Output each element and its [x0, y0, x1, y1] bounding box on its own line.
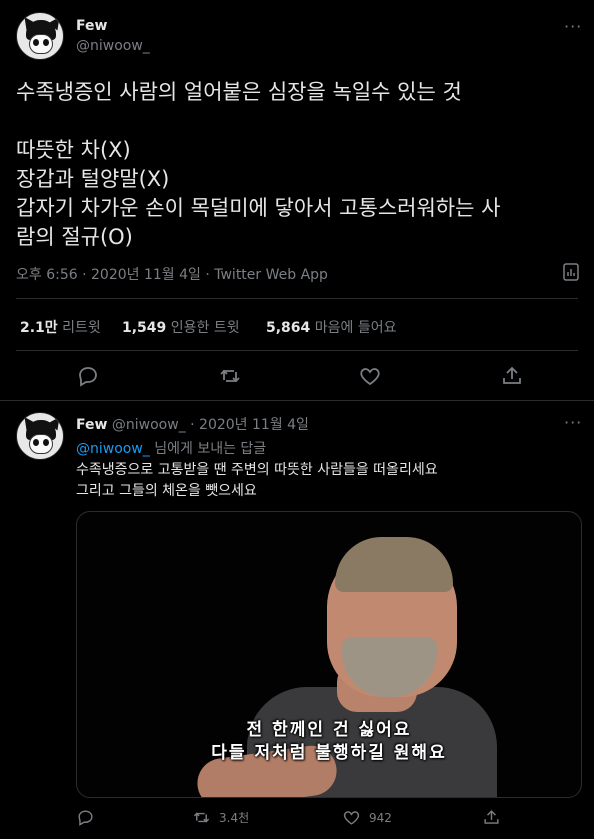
reply-icon [78, 810, 93, 826]
reply-media-image[interactable]: 전 한께인 건 싫어요 다들 저처럼 불행하길 원해요 [76, 511, 582, 798]
divider [16, 298, 578, 299]
retweet-button[interactable]: 3.4천 [192, 808, 249, 828]
reply-button[interactable] [76, 808, 95, 828]
replying-to-label: 님에게 보내는 답글 [149, 441, 267, 457]
share-icon[interactable] [500, 364, 524, 388]
likes-label: 마음에 들어요 [314, 320, 397, 336]
share-icon [484, 810, 499, 824]
like-button[interactable]: 942 [342, 808, 392, 828]
divider [0, 400, 594, 401]
share-button[interactable] [482, 808, 501, 828]
more-icon[interactable]: ··· [564, 17, 582, 36]
mention-link[interactable]: @niwoow_ [76, 441, 150, 457]
divider [16, 350, 578, 351]
retweets-stat[interactable]: 2.1만 리트윗 [20, 317, 101, 337]
tweet-text: 수족냉증인 사람의 얼어붙은 심장을 녹일수 있는 것 따뜻한 차(X) 장갑과… [16, 80, 501, 249]
retweets-count: 2.1만 [20, 320, 58, 336]
subtitle-line-2: 다들 저처럼 불행하길 원해요 [211, 743, 447, 763]
author-name[interactable]: Few [76, 18, 107, 34]
like-icon [343, 811, 360, 825]
avatar[interactable] [16, 12, 64, 60]
reply-author-handle[interactable]: @niwoow_ [112, 417, 186, 433]
reply-date[interactable]: · 2020년 11월 4일 [190, 417, 309, 433]
subtitle-line-1: 전 한께인 건 싫어요 [246, 720, 412, 740]
quotes-stat[interactable]: 1,549 인용한 트윗 [122, 317, 240, 337]
tweet-meta[interactable]: 오후 6:56 · 2020년 11월 4일 · Twitter Web App [16, 264, 328, 284]
like-icon[interactable] [358, 364, 382, 388]
reply-text: 수족냉증으로 고통받을 땐 주변의 따뜻한 사람들을 떠올리세요 그리고 그들의… [76, 462, 438, 499]
reply-icon[interactable] [76, 364, 100, 388]
reply-author-name[interactable]: Few [76, 417, 107, 433]
retweets-label: 리트윗 [62, 320, 101, 336]
retweet-icon [193, 812, 210, 823]
author-handle[interactable]: @niwoow_ [76, 38, 150, 54]
avatar[interactable] [16, 412, 64, 460]
retweet-icon[interactable] [218, 364, 242, 388]
quotes-count: 1,549 [122, 320, 167, 336]
analytics-icon[interactable] [563, 263, 579, 281]
reply-header: Few @niwoow_ · 2020년 11월 4일 [76, 414, 309, 434]
likes-count: 5,864 [266, 320, 311, 336]
replying-to: @niwoow_ 님에게 보내는 답글 [76, 438, 266, 458]
quotes-label: 인용한 트윗 [170, 320, 240, 336]
retweet-count: 3.4천 [219, 811, 250, 825]
more-icon[interactable]: ··· [564, 413, 582, 432]
likes-stat[interactable]: 5,864 마음에 들어요 [266, 317, 396, 337]
like-count: 942 [369, 810, 392, 825]
